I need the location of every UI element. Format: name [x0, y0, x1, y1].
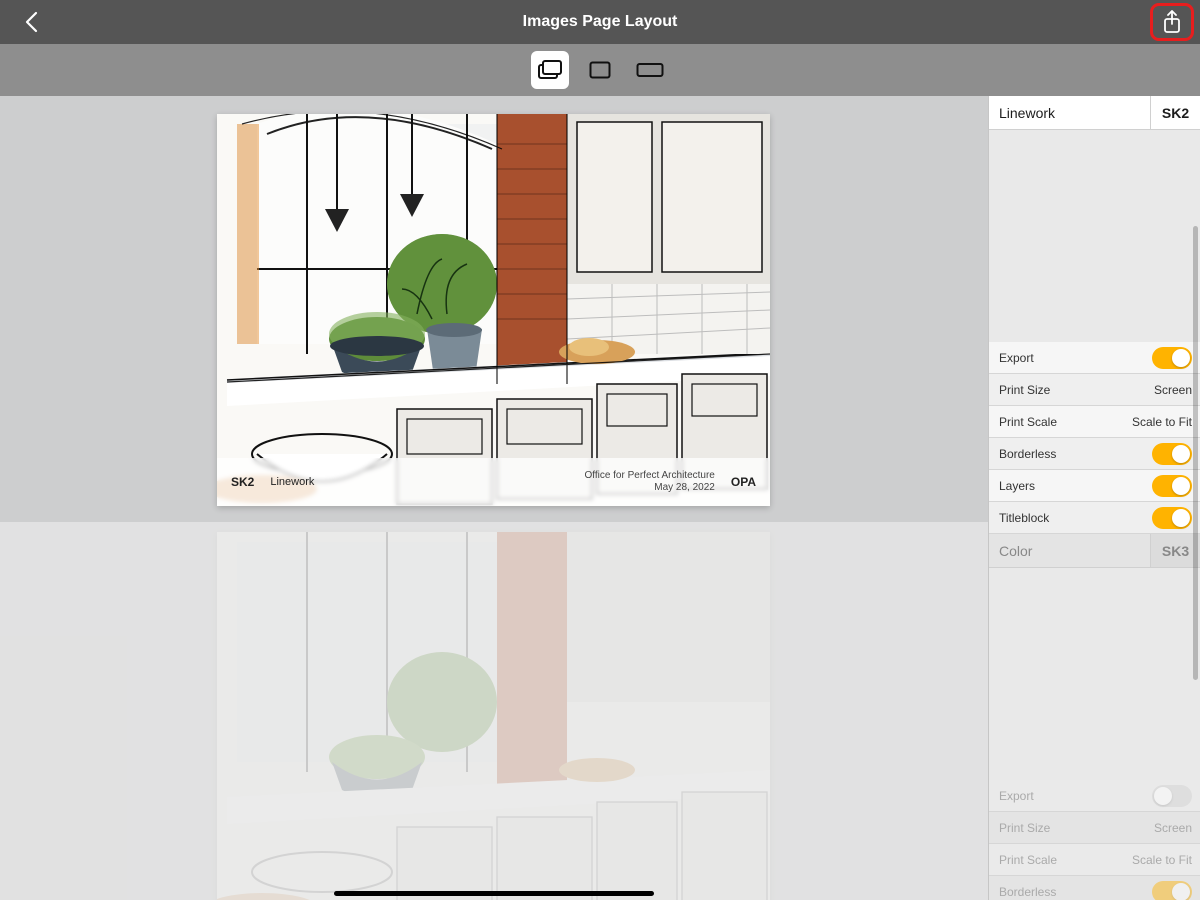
- panel-header[interactable]: Color SK3: [989, 534, 1200, 568]
- preview-page-2[interactable]: [0, 522, 988, 900]
- panel-code: SK2: [1150, 96, 1200, 129]
- panel-name: Linework: [989, 105, 1150, 121]
- setting-print-size[interactable]: Print Size Screen: [989, 374, 1200, 406]
- setting-value: Screen: [1154, 821, 1192, 835]
- preview-area: SK2 Linework Office for Perfect Architec…: [0, 96, 988, 900]
- setting-value: Screen: [1154, 383, 1192, 397]
- sheet-code: SK2: [231, 475, 254, 489]
- setting-label: Print Size: [999, 821, 1050, 835]
- setting-value: Scale to Fit: [1132, 415, 1192, 429]
- share-icon: [1162, 10, 1182, 34]
- scrollbar[interactable]: [1193, 226, 1198, 680]
- setting-label: Print Scale: [999, 853, 1057, 867]
- setting-titleblock[interactable]: Titleblock: [989, 502, 1200, 534]
- setting-label: Borderless: [999, 885, 1056, 899]
- toggle-export[interactable]: [1152, 347, 1192, 369]
- sheet-date: May 28, 2022: [584, 482, 714, 495]
- layout-mode-single[interactable]: [581, 51, 619, 89]
- sketch-artwork: [217, 114, 770, 506]
- side-panel: Linework SK2 Export Print Size Screen Pr…: [988, 96, 1200, 900]
- setting-print-scale[interactable]: Print Scale Scale to Fit: [989, 406, 1200, 438]
- back-button[interactable]: [18, 8, 46, 36]
- wide-icon: [636, 61, 664, 79]
- firm-name: Office for Perfect Architecture: [584, 470, 714, 483]
- navbar: Images Page Layout: [0, 0, 1200, 44]
- titleblock: SK2 Linework Office for Perfect Architec…: [217, 458, 770, 506]
- titleblock-meta: Office for Perfect Architecture May 28, …: [584, 470, 714, 495]
- toggle-export[interactable]: [1152, 785, 1192, 807]
- page-title: Images Page Layout: [523, 13, 678, 31]
- layout-mode-toolbar: [0, 44, 1200, 96]
- setting-label: Layers: [999, 479, 1035, 493]
- stack-icon: [537, 59, 563, 81]
- setting-layers[interactable]: Layers: [989, 470, 1200, 502]
- panel-thumbnail[interactable]: [989, 568, 1200, 780]
- toggle-borderless[interactable]: [1152, 443, 1192, 465]
- setting-print-scale[interactable]: Print Scale Scale to Fit: [989, 844, 1200, 876]
- setting-borderless[interactable]: Borderless: [989, 438, 1200, 470]
- panel-settings: Export Print Size Screen Print Scale Sca…: [989, 780, 1200, 900]
- setting-value: Scale to Fit: [1132, 853, 1192, 867]
- chevron-left-icon: [24, 11, 40, 33]
- sheet-name: Linework: [270, 476, 314, 488]
- home-indicator: [334, 891, 654, 896]
- preview-page-1[interactable]: SK2 Linework Office for Perfect Architec…: [0, 96, 988, 522]
- preview-card: [217, 532, 770, 900]
- share-button[interactable]: [1160, 10, 1184, 34]
- toggle-layers[interactable]: [1152, 475, 1192, 497]
- setting-label: Export: [999, 351, 1034, 365]
- panel-header[interactable]: Linework SK2: [989, 96, 1200, 130]
- sketch-artwork: [217, 532, 770, 900]
- layout-mode-wide[interactable]: [631, 51, 669, 89]
- setting-export[interactable]: Export: [989, 342, 1200, 374]
- setting-label: Print Scale: [999, 415, 1057, 429]
- setting-label: Print Size: [999, 383, 1050, 397]
- single-icon: [589, 61, 611, 79]
- highlight-share: [1150, 3, 1194, 41]
- panel-settings: Export Print Size Screen Print Scale Sca…: [989, 342, 1200, 534]
- setting-label: Borderless: [999, 447, 1056, 461]
- setting-print-size[interactable]: Print Size Screen: [989, 812, 1200, 844]
- toggle-borderless[interactable]: [1152, 881, 1192, 900]
- firm-logo: OPA: [731, 475, 756, 489]
- layout-mode-stack[interactable]: [531, 51, 569, 89]
- preview-card: SK2 Linework Office for Perfect Architec…: [217, 114, 770, 506]
- panel-thumbnail[interactable]: [989, 130, 1200, 342]
- setting-label: Export: [999, 789, 1034, 803]
- setting-borderless[interactable]: Borderless: [989, 876, 1200, 900]
- panel-name: Color: [989, 543, 1150, 559]
- setting-label: Titleblock: [999, 511, 1049, 525]
- setting-export[interactable]: Export: [989, 780, 1200, 812]
- toggle-titleblock[interactable]: [1152, 507, 1192, 529]
